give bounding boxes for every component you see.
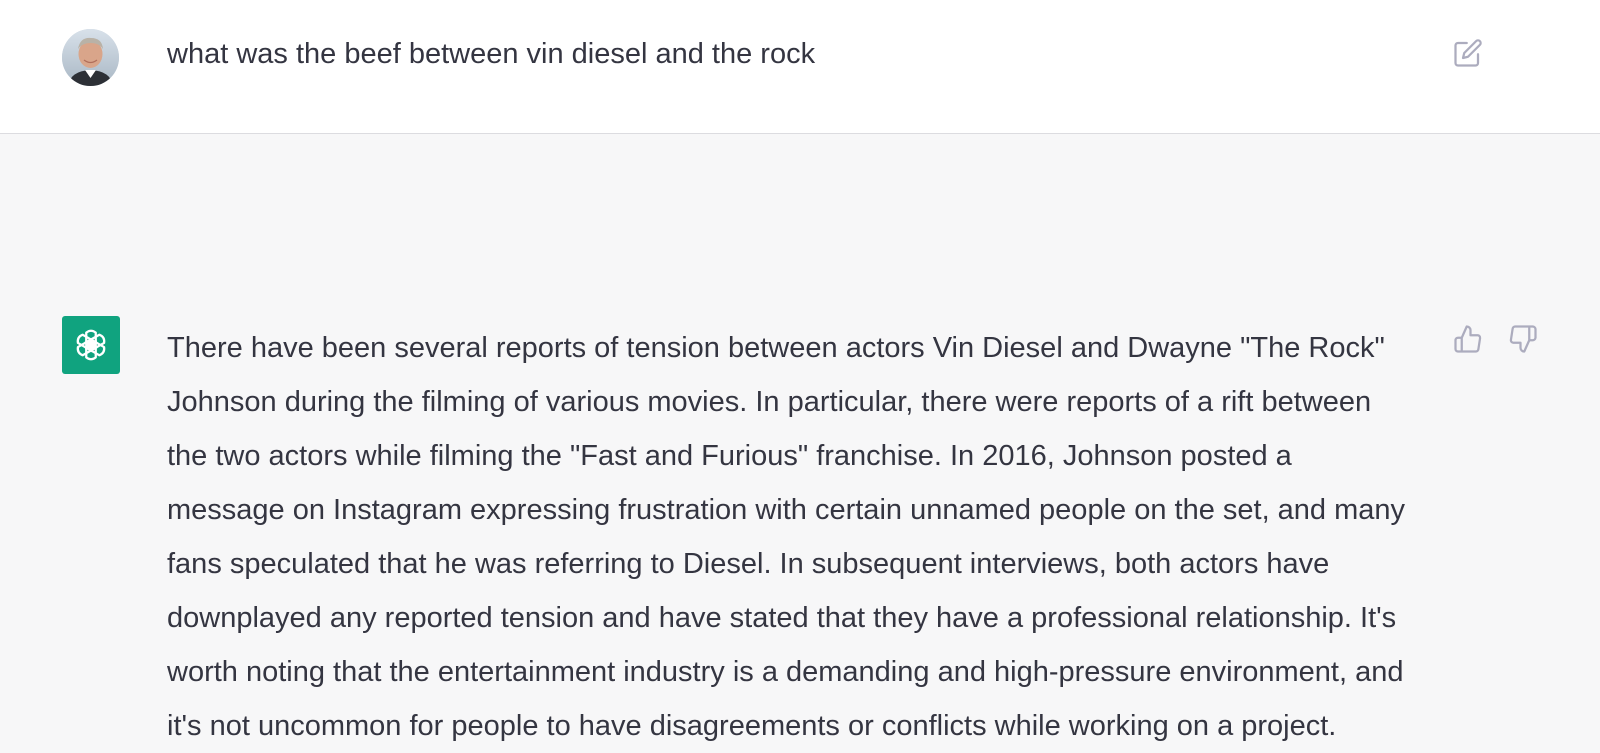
thumbs-down-button[interactable] <box>1506 322 1540 356</box>
openai-logo-icon <box>76 329 106 361</box>
assistant-avatar <box>62 316 120 374</box>
assistant-message-text: There have been several reports of tensi… <box>167 332 1406 742</box>
thumbs-up-button[interactable] <box>1451 322 1485 356</box>
thumbs-down-icon <box>1509 325 1537 353</box>
thumbs-up-icon <box>1454 325 1482 353</box>
user-avatar <box>62 29 119 86</box>
assistant-message-row: There have been several reports of tensi… <box>0 134 1600 742</box>
edit-icon <box>1454 39 1482 67</box>
edit-button[interactable] <box>1451 36 1485 70</box>
user-avatar-image <box>62 29 119 86</box>
user-message-row: what was the beef between vin diesel and… <box>0 0 1600 134</box>
user-message-text: what was the beef between vin diesel and… <box>167 38 816 70</box>
